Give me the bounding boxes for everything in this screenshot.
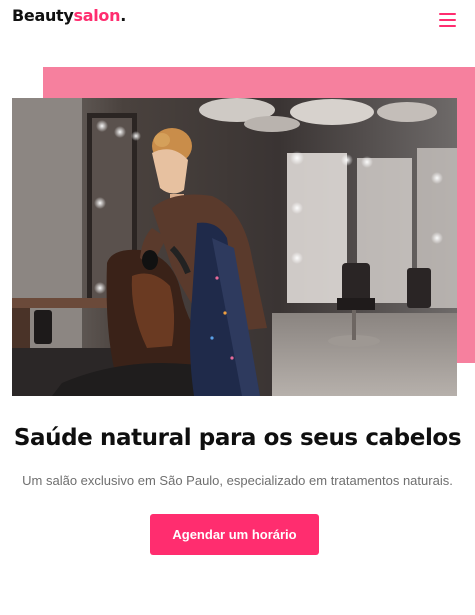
logo-text-dot: . — [120, 6, 126, 25]
menu-bar — [439, 13, 456, 15]
site-header: Beautysalon. — [0, 0, 475, 40]
logo-text-primary: Beauty — [12, 6, 74, 25]
logo-text-accent: salon — [73, 6, 121, 25]
logo[interactable]: Beautysalon. — [12, 6, 126, 25]
hero-title: Saúde natural para os seus cabelos — [13, 425, 462, 451]
hero-image — [12, 98, 457, 396]
schedule-appointment-button[interactable]: Agendar um horário — [150, 514, 319, 555]
menu-bar — [439, 25, 456, 27]
hamburger-menu-icon[interactable] — [439, 13, 456, 27]
menu-bar — [439, 19, 456, 21]
hero-subtitle: Um salão exclusivo em São Paulo, especia… — [22, 473, 453, 488]
